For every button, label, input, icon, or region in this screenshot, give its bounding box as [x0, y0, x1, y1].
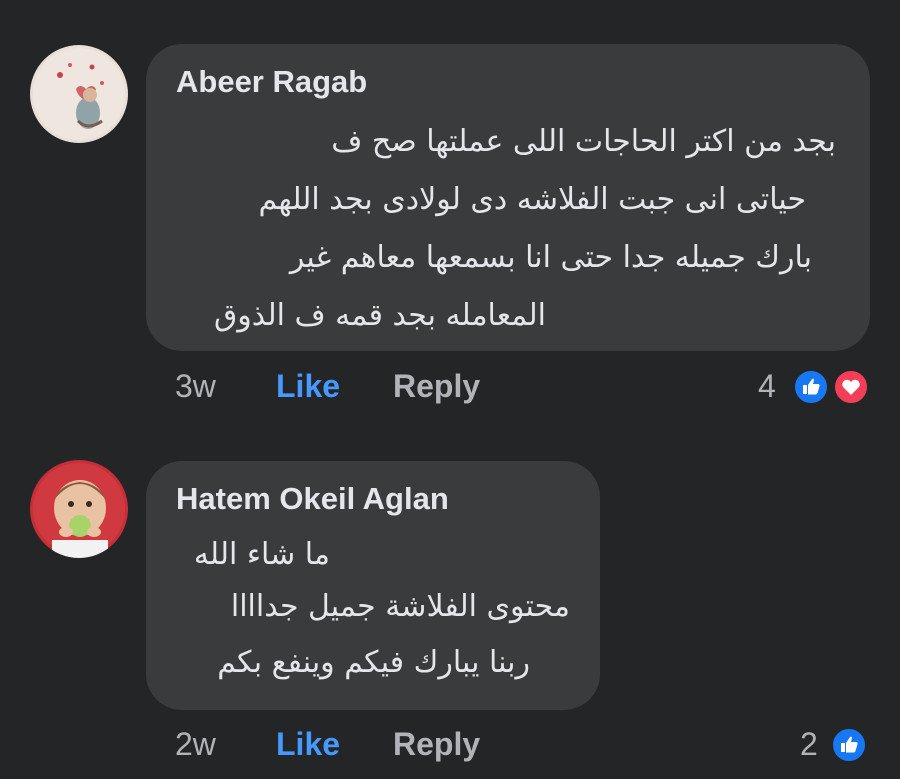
comment-bubble: Hatem Okeil Aglan ما شاء الله محتوى الفل… — [146, 461, 600, 710]
comment-text-line: بارك جميله جدا حتى انا بسمعها معاهم غير — [289, 240, 812, 275]
like-icon[interactable] — [830, 726, 868, 764]
comment-text-line: محتوى الفلاشة جميل جداااا — [230, 589, 570, 624]
like-button[interactable]: Like — [276, 726, 340, 763]
comment-actions: 3w Like Reply 4 — [0, 360, 900, 420]
comment-bubble: Abeer Ragab بجد من اكتر الحاجات اللى عمل… — [146, 44, 870, 351]
reaction-count[interactable]: 4 — [758, 368, 776, 405]
love-icon[interactable] — [832, 368, 870, 406]
avatar[interactable] — [30, 460, 128, 558]
comment-text-line: بجد من اكتر الحاجات اللى عملتها صح ف — [331, 124, 836, 159]
like-button[interactable]: Like — [276, 368, 340, 405]
comment-author[interactable]: Hatem Okeil Aglan — [176, 481, 449, 517]
reply-button[interactable]: Reply — [393, 368, 480, 405]
avatar[interactable] — [30, 45, 128, 143]
avatar-image — [30, 460, 128, 558]
comment-text-line: ما شاء الله — [193, 537, 330, 572]
avatar-image — [30, 45, 128, 143]
like-icon[interactable] — [792, 368, 830, 406]
comment-text-line: حياتى انى جبت الفلاشه دى لولادى بجد الله… — [258, 182, 806, 217]
comment-text-line: ربنا يبارك فيكم وينفع بكم — [217, 645, 530, 680]
reaction-count[interactable]: 2 — [800, 726, 818, 763]
comment-text-line: المعامله بجد قمه ف الذوق — [214, 298, 546, 333]
comment-timestamp[interactable]: 2w — [175, 726, 216, 763]
comment-author[interactable]: Abeer Ragab — [176, 64, 367, 100]
comment-actions: 2w Like Reply 2 — [0, 718, 900, 778]
reply-button[interactable]: Reply — [393, 726, 480, 763]
comment-timestamp[interactable]: 3w — [175, 368, 216, 405]
